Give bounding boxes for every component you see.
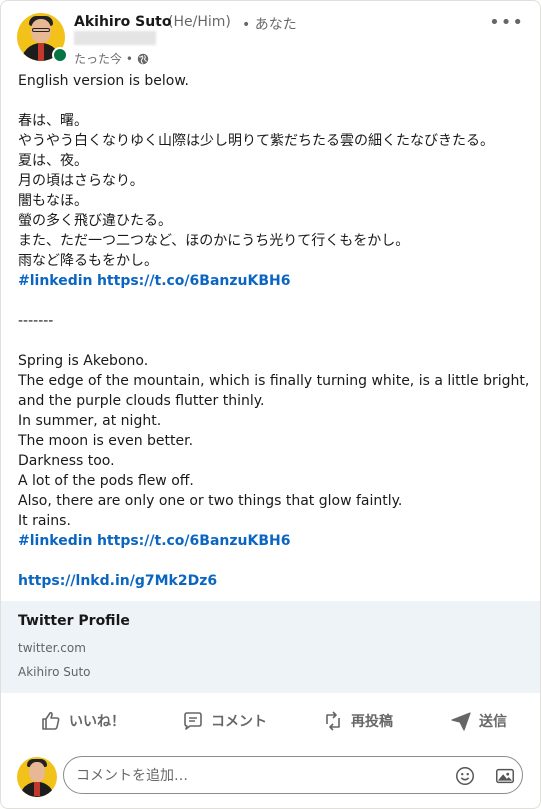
comment-input-wrapper (63, 756, 523, 794)
image-icon[interactable] (494, 765, 516, 787)
post-body: English version is below. 春は、曙。 やうやう白くなり… (18, 71, 530, 591)
post-line-en: and the purple clouds flutter thinly. (18, 393, 265, 409)
thumbs-up-icon (42, 711, 60, 730)
like-button[interactable]: いいね！ (39, 701, 125, 741)
presence-indicator (52, 47, 68, 63)
like-label: いいね！ (69, 714, 125, 730)
author-pronouns: (He/Him) (168, 14, 231, 30)
post-line: 闇もなほ。 (18, 193, 88, 209)
post-line-en: It rains. (18, 513, 71, 529)
hashtag-link[interactable]: #linkedin (18, 273, 93, 289)
link-preview-card[interactable]: Twitter Profile twitter.com Akihiro Suto (1, 601, 540, 693)
comment-composer (1, 756, 540, 798)
author-headline-blurred (74, 31, 156, 45)
post-line: また、ただ一つ二つなど、ほのかにうち光りて行くもをかし。 (18, 233, 410, 249)
more-options-icon[interactable]: ••• (489, 12, 524, 33)
commenter-avatar (17, 757, 57, 797)
preview-author: Akihiro Suto (18, 665, 91, 679)
preview-title: Twitter Profile (18, 613, 130, 629)
post-line: 月の頃はさらなり。 (18, 173, 144, 189)
lnkd-short-link[interactable]: https://lnkd.in/g7Mk2Dz6 (18, 573, 217, 589)
post-line-en: The moon is even better. (18, 433, 194, 449)
post-line: English version is below. (18, 73, 189, 89)
send-button[interactable]: 送信 (449, 701, 507, 741)
post-line-en: The edge of the mountain, which is final… (18, 373, 530, 389)
relation-label: • あなた (242, 17, 297, 33)
post-line-en: Darkness too. (18, 453, 115, 469)
post-line: 雨など降るもをかし。 (18, 253, 158, 269)
hashtag-link-line: #linkedin https://t.co/6BanzuKBH6 (18, 531, 528, 551)
post-line-en: In summer, at night. (18, 413, 162, 429)
repost-icon (326, 711, 340, 731)
send-label: 送信 (479, 714, 507, 730)
emoji-icon[interactable] (454, 765, 476, 787)
post-timestamp: たった今 • (74, 50, 149, 67)
post-line: 夏は、夜。 (18, 153, 88, 169)
repost-button[interactable]: 再投稿 (321, 701, 393, 741)
hashtag-link-line: #linkedin https://t.co/6BanzuKBH6 (18, 271, 528, 291)
repost-label: 再投稿 (351, 714, 393, 730)
post-line: やうやう白くなりゆく山際は少し明りて紫だちたる雲の細くたなびきたる。 (18, 133, 494, 149)
comment-button[interactable]: コメント (181, 701, 267, 741)
comment-input[interactable] (74, 765, 448, 787)
send-icon (451, 712, 471, 731)
post-line-en: A lot of the pods flew off. (18, 473, 194, 489)
globe-icon (137, 53, 149, 64)
post-header: Akihiro Suto (He/Him) • あなた たった今 • ••• (1, 1, 540, 67)
time-label: たった今 • (74, 52, 133, 66)
post-line: 螢の多く飛び違ひたる。 (18, 213, 172, 229)
post-line-en: Also, there are only one or two things t… (18, 493, 403, 509)
post-card: Akihiro Suto (He/Him) • あなた たった今 • ••• E… (0, 0, 541, 809)
preview-domain: twitter.com (18, 641, 86, 655)
author-name[interactable]: Akihiro Suto (74, 14, 171, 30)
action-bar: いいね！ コメント 再投稿 送信 (1, 701, 540, 741)
comment-icon (184, 712, 202, 730)
post-line-en: Spring is Akebono. (18, 353, 149, 369)
tco-link[interactable]: https://t.co/6BanzuKBH6 (97, 273, 291, 289)
comment-label: コメント (211, 714, 267, 730)
post-line: 春は、曙。 (18, 113, 88, 129)
tco-link[interactable]: https://t.co/6BanzuKBH6 (97, 533, 291, 549)
separator-line: ------- (18, 313, 54, 329)
hashtag-link[interactable]: #linkedin (18, 533, 93, 549)
